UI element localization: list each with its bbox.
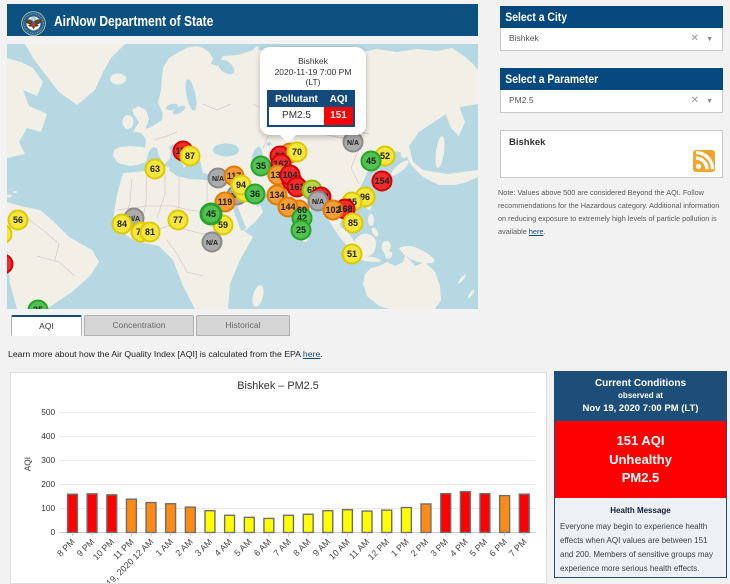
svg-text:85: 85: [348, 218, 358, 228]
svg-text:70: 70: [292, 147, 302, 157]
svg-text:100: 100: [41, 503, 55, 513]
svg-text:77: 77: [173, 215, 183, 225]
svg-text:500: 500: [41, 407, 55, 417]
svg-text:56: 56: [13, 215, 23, 225]
svg-text:200: 200: [41, 479, 55, 489]
svg-text:154: 154: [374, 176, 389, 186]
svg-text:35: 35: [256, 161, 266, 171]
svg-text:45: 45: [206, 209, 216, 219]
svg-text:52: 52: [380, 151, 390, 161]
svg-text:25: 25: [296, 225, 306, 235]
svg-text:60: 60: [297, 205, 307, 215]
svg-text:87: 87: [185, 151, 195, 161]
svg-text:400: 400: [41, 431, 55, 441]
svg-text:300: 300: [41, 455, 55, 465]
svg-text:N/A: N/A: [206, 240, 218, 247]
svg-text:N/A: N/A: [312, 199, 324, 206]
svg-text:Bishkek – PM2.5: Bishkek – PM2.5: [237, 380, 319, 392]
svg-text:168: 168: [337, 204, 352, 214]
svg-text:144: 144: [280, 202, 295, 212]
svg-text:N/A: N/A: [347, 140, 359, 147]
svg-text:119: 119: [218, 197, 233, 207]
svg-text:0: 0: [51, 527, 56, 537]
svg-text:25: 25: [33, 305, 43, 309]
svg-text:51: 51: [347, 249, 357, 259]
svg-text:N/A: N/A: [212, 176, 224, 183]
svg-text:36: 36: [250, 189, 260, 199]
svg-text:94: 94: [236, 180, 246, 190]
svg-text:45: 45: [366, 156, 376, 166]
svg-text:AQI: AQI: [22, 457, 32, 471]
svg-text:81: 81: [145, 227, 155, 237]
svg-text:84: 84: [117, 219, 127, 229]
svg-text:63: 63: [150, 164, 160, 174]
